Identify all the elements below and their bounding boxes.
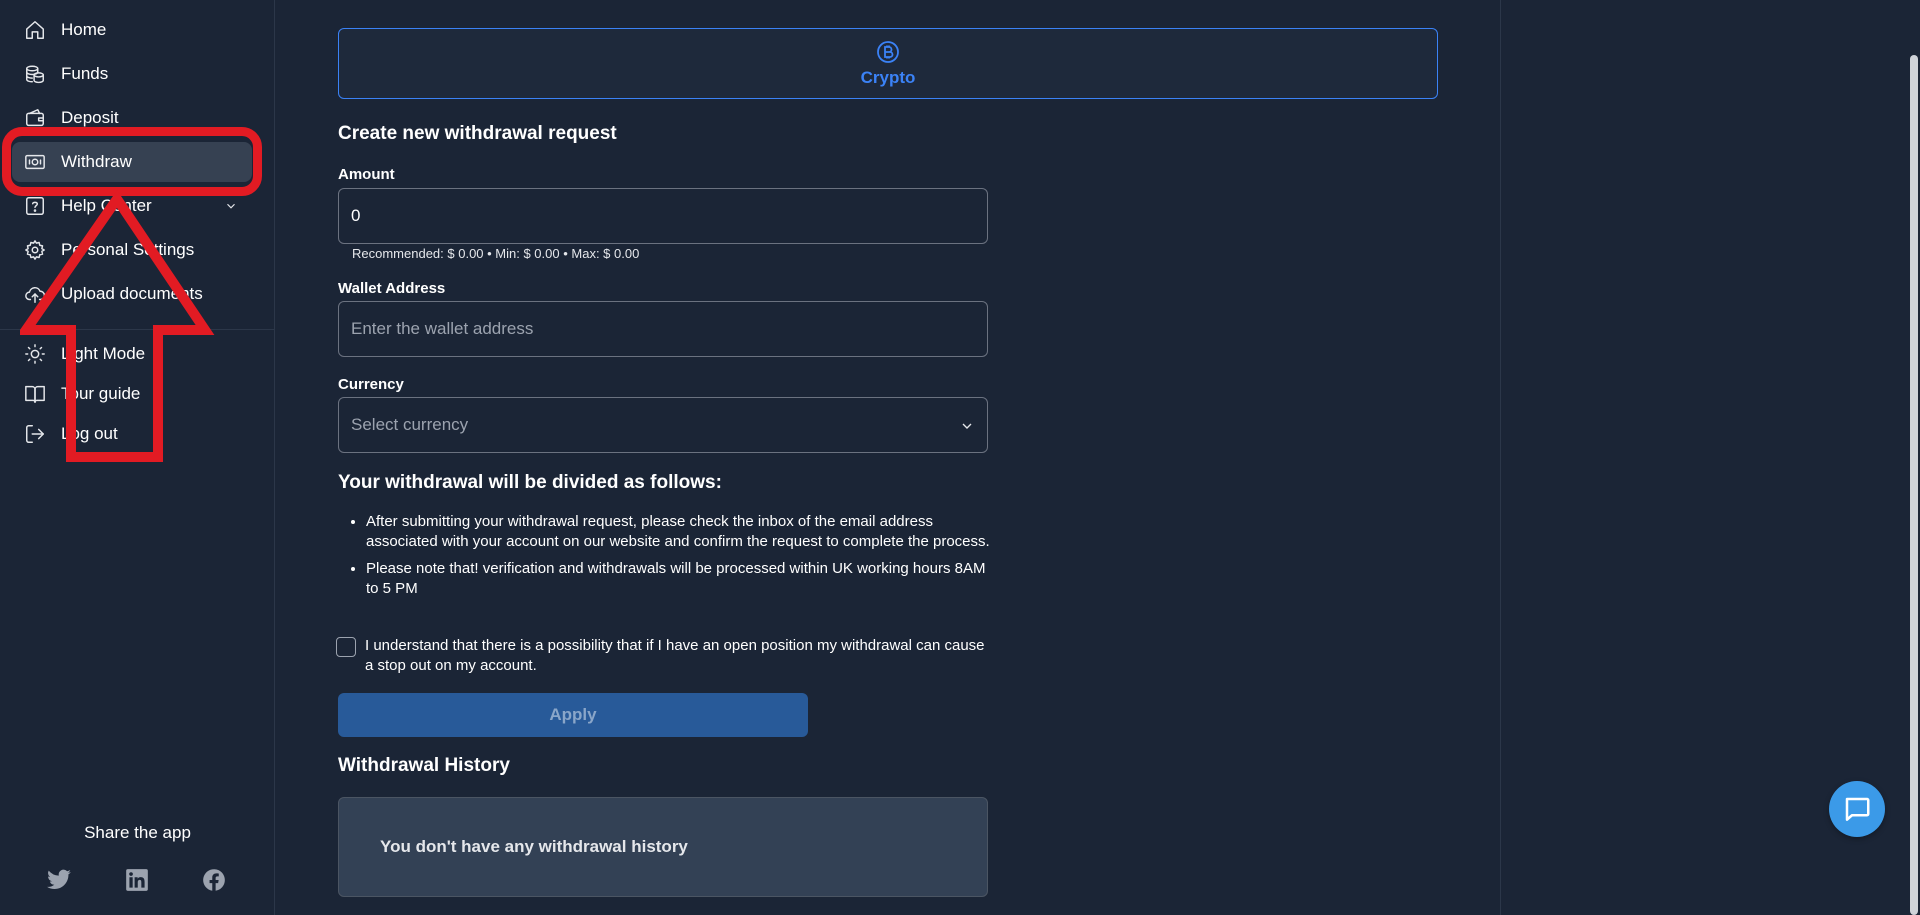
tab-label: Crypto: [860, 67, 916, 87]
gear-icon: [24, 239, 46, 261]
tab-crypto[interactable]: Crypto: [338, 28, 1438, 99]
sidebar: Home Funds Deposit Withdraw Help Center …: [0, 0, 275, 915]
sidebar-item-light-mode[interactable]: Light Mode: [12, 334, 252, 374]
coins-icon: [24, 63, 46, 85]
sidebar-item-help-center[interactable]: Help Center: [12, 186, 252, 226]
chevron-down-icon: [959, 418, 975, 434]
sidebar-item-label: Upload documents: [61, 284, 203, 303]
facebook-icon[interactable]: [200, 866, 228, 894]
amount-label: Amount: [338, 166, 395, 183]
sidebar-item-log-out[interactable]: Log out: [12, 414, 252, 454]
cloud-upload-icon: [24, 283, 46, 305]
sidebar-item-label: Home: [61, 20, 107, 39]
sidebar-item-label: Tour guide: [61, 384, 141, 403]
list-item: After submitting your withdrawal request…: [366, 512, 998, 552]
currency-label: Currency: [338, 376, 404, 393]
sidebar-item-deposit[interactable]: Deposit: [12, 98, 252, 138]
sidebar-item-upload-documents[interactable]: Upload documents: [12, 274, 252, 314]
sidebar-item-home[interactable]: Home: [12, 10, 252, 50]
share-app-label: Share the app: [84, 823, 191, 842]
main-content: Crypto Create new withdrawal request Amo…: [276, 0, 1500, 915]
currency-select[interactable]: Select currency: [338, 397, 988, 453]
wallet-field-wrapper: [338, 301, 988, 357]
agreement-text: I understand that there is a possibility…: [365, 637, 985, 674]
form-title: Create new withdrawal request: [338, 123, 617, 144]
twitter-icon[interactable]: [45, 866, 73, 894]
sidebar-item-tour-guide[interactable]: Tour guide: [12, 374, 252, 414]
currency-placeholder: Select currency: [351, 415, 469, 434]
withdrawal-notes: After submitting your withdrawal request…: [338, 512, 998, 606]
scrollbar[interactable]: [1910, 55, 1918, 915]
amount-field-wrapper: [338, 188, 988, 244]
sidebar-item-withdraw[interactable]: Withdraw: [12, 142, 252, 182]
sidebar-item-personal-settings[interactable]: Personal Settings: [12, 230, 252, 270]
sun-icon: [24, 343, 46, 365]
wallet-icon: [24, 107, 46, 129]
chevron-down-icon: [224, 198, 238, 212]
chat-button[interactable]: [1829, 781, 1885, 837]
apply-button[interactable]: Apply: [338, 693, 808, 737]
sidebar-item-label: Personal Settings: [61, 240, 195, 259]
history-title: Withdrawal History: [338, 755, 510, 776]
linkedin-icon[interactable]: [123, 866, 151, 894]
logout-icon: [24, 423, 46, 445]
list-item: Please note that! verification and withd…: [366, 559, 998, 599]
sidebar-item-label: Deposit: [61, 108, 119, 127]
sidebar-divider: [0, 329, 275, 330]
chat-icon: [1845, 797, 1870, 821]
bitcoin-icon: [877, 40, 899, 63]
wallet-address-label: Wallet Address: [338, 280, 446, 297]
sidebar-item-label: Light Mode: [61, 344, 146, 363]
sidebar-item-funds[interactable]: Funds: [12, 54, 252, 94]
right-divider: [1500, 0, 1501, 915]
amount-input[interactable]: [351, 206, 975, 226]
sidebar-item-label: Log out: [61, 424, 118, 443]
amount-hint: Recommended: $ 0.00 • Min: $ 0.00 • Max:…: [352, 246, 640, 261]
wallet-address-input[interactable]: [351, 319, 975, 339]
sidebar-item-label: Funds: [61, 64, 109, 83]
home-icon: [24, 19, 46, 41]
book-icon: [24, 383, 46, 405]
agreement-row: I understand that there is a possibility…: [336, 636, 996, 676]
sidebar-item-label: Help Center: [61, 196, 152, 215]
sidebar-item-label: Withdraw: [61, 152, 132, 171]
banknote-icon: [24, 151, 46, 173]
help-icon: [24, 195, 46, 217]
agreement-checkbox[interactable]: [336, 637, 356, 657]
division-title: Your withdrawal will be divided as follo…: [338, 472, 722, 493]
withdrawal-history-empty: You don't have any withdrawal history: [338, 797, 988, 897]
